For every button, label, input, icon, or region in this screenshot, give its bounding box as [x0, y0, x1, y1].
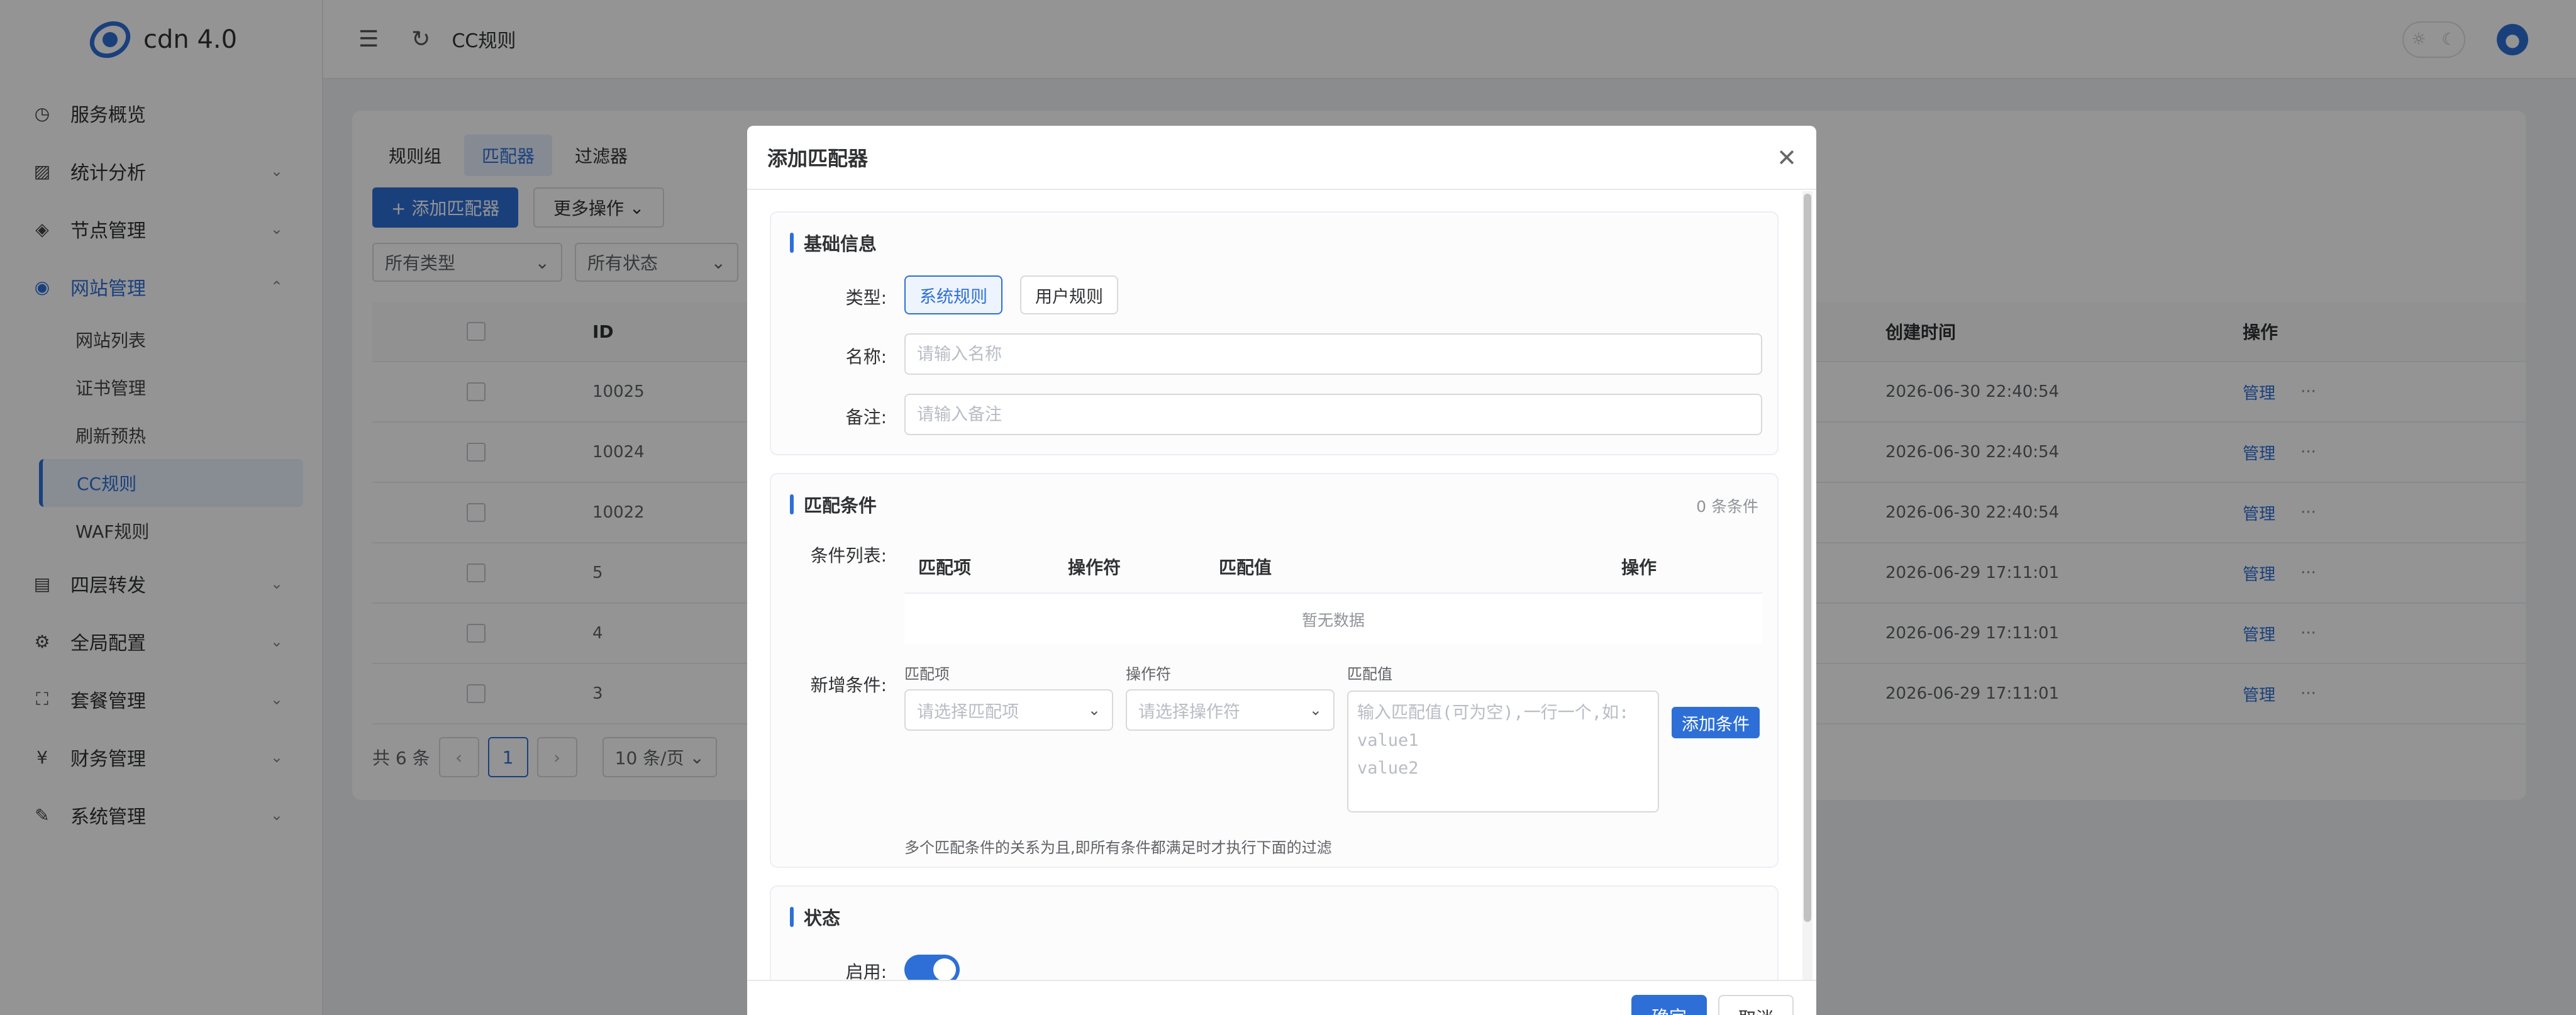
status-section: 状态 启用:	[770, 885, 1779, 980]
enable-switch[interactable]	[904, 955, 960, 980]
condition-count: 0 条条件	[1696, 497, 1758, 516]
type-label: 类型:	[845, 287, 887, 308]
add-condition-button[interactable]: 添加条件	[1672, 707, 1760, 738]
add-matcher-dialog: 添加匹配器 ✕ 基础信息 类型: 系统规则 用户规则 名称: 备注: 匹配条件 …	[747, 126, 1816, 1015]
type-option-system[interactable]: 系统规则	[904, 275, 1002, 314]
col-match-item: 匹配项	[918, 557, 972, 578]
match-value-textarea[interactable]	[1347, 691, 1659, 813]
dialog-scrollbar-thumb[interactable]	[1804, 194, 1811, 922]
condition-list-label: 条件列表:	[810, 545, 887, 566]
cancel-button[interactable]: 取消	[1718, 995, 1794, 1015]
col-operator: 操作符	[1068, 557, 1121, 578]
basic-info-section: 基础信息 类型: 系统规则 用户规则 名称: 备注:	[770, 211, 1779, 455]
section-title: 匹配条件	[790, 493, 877, 516]
remark-label: 备注:	[845, 407, 887, 428]
dialog-header: 添加匹配器 ✕	[747, 126, 1816, 190]
match-value-label: 匹配值	[1347, 665, 1392, 683]
match-item-select[interactable]: 请选择匹配项 ⌄	[904, 689, 1113, 731]
section-title: 状态	[790, 906, 840, 929]
confirm-button[interactable]: 确定	[1631, 995, 1707, 1015]
name-label: 名称:	[845, 347, 887, 367]
enable-label: 启用:	[845, 962, 887, 980]
condition-empty-state: 暂无数据	[904, 595, 1762, 644]
section-title: 基础信息	[790, 231, 877, 255]
match-item-label: 匹配项	[904, 665, 950, 683]
match-item-placeholder: 请选择匹配项	[917, 702, 1019, 722]
name-input[interactable]	[904, 333, 1762, 375]
type-option-user[interactable]: 用户规则	[1020, 275, 1118, 314]
chevron-down-icon: ⌄	[1087, 701, 1101, 719]
col-match-value: 匹配值	[1219, 557, 1272, 578]
chevron-down-icon: ⌄	[1309, 701, 1322, 719]
conditions-section: 匹配条件 0 条条件 条件列表: 匹配项 操作符 匹配值 操作 暂无数据 新增条…	[770, 473, 1779, 868]
dialog-footer: 确定 取消	[747, 980, 1816, 1015]
operator-select[interactable]: 请选择操作符 ⌄	[1126, 689, 1335, 731]
operator-placeholder: 请选择操作符	[1138, 702, 1240, 722]
operator-label: 操作符	[1126, 665, 1171, 683]
new-condition-label: 新增条件:	[810, 675, 887, 696]
dialog-title: 添加匹配器	[767, 147, 869, 170]
close-icon[interactable]: ✕	[1771, 142, 1802, 174]
dialog-body[interactable]: 基础信息 类型: 系统规则 用户规则 名称: 备注: 匹配条件 0 条条件 条件…	[747, 191, 1816, 980]
condition-hint: 多个匹配条件的关系为且,即所有条件都满足时才执行下面的过滤	[904, 839, 1332, 857]
remark-input[interactable]	[904, 394, 1762, 435]
condition-table-header: 匹配项 操作符 匹配值 操作	[904, 541, 1762, 594]
col-action: 操作	[1621, 557, 1657, 578]
